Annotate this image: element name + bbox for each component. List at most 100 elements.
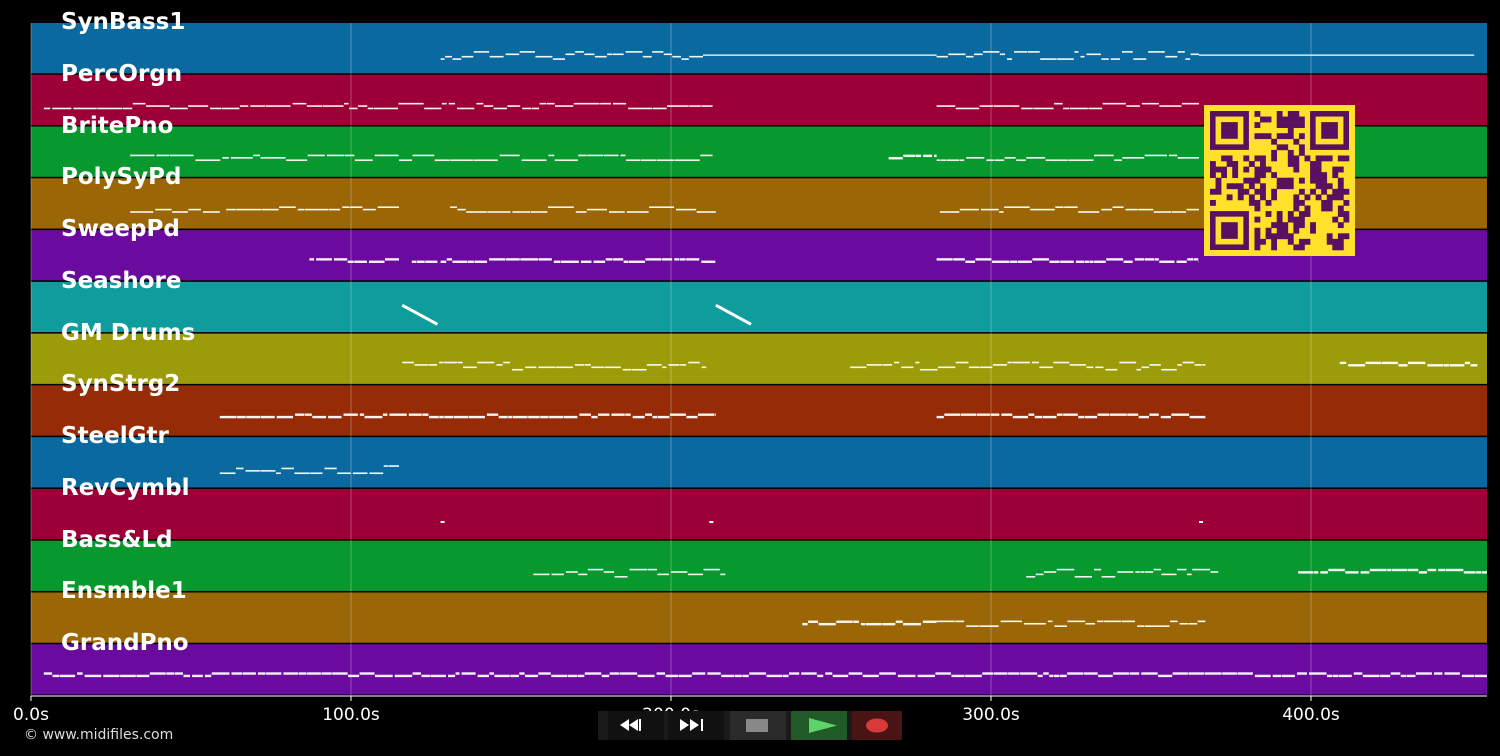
note <box>923 154 933 158</box>
note <box>1069 107 1088 110</box>
note <box>235 467 244 470</box>
note <box>1084 415 1098 419</box>
note <box>1121 51 1133 53</box>
note <box>665 674 679 678</box>
note <box>613 102 627 105</box>
note <box>1153 568 1161 571</box>
note <box>578 154 587 157</box>
note <box>1176 260 1187 263</box>
note <box>1165 55 1178 58</box>
note <box>1121 620 1136 623</box>
note <box>894 361 900 364</box>
track-label: Seashore <box>61 267 182 294</box>
note <box>579 413 591 416</box>
note <box>1109 413 1127 416</box>
note <box>1134 258 1145 261</box>
note <box>439 415 444 419</box>
note <box>917 674 935 678</box>
note <box>468 415 485 419</box>
note <box>1125 208 1138 211</box>
note <box>312 415 327 419</box>
note <box>966 157 985 159</box>
note <box>538 366 556 369</box>
note <box>604 366 621 369</box>
note <box>1308 672 1327 675</box>
note <box>520 258 539 261</box>
note <box>1408 361 1426 365</box>
rewind-button[interactable] <box>608 711 664 740</box>
note <box>457 361 463 364</box>
note <box>174 672 183 675</box>
note <box>503 361 511 364</box>
note <box>584 364 591 366</box>
play-button[interactable] <box>791 711 847 740</box>
track-label: SweepPd <box>61 216 180 243</box>
note <box>1119 361 1137 364</box>
note <box>1008 672 1020 675</box>
note <box>412 672 421 675</box>
note <box>506 258 520 261</box>
note <box>1069 364 1086 366</box>
note <box>936 415 944 419</box>
note <box>530 211 548 213</box>
note <box>122 107 133 110</box>
note <box>230 157 253 159</box>
note <box>1438 568 1446 572</box>
note <box>979 105 994 107</box>
note <box>622 368 632 371</box>
note <box>281 467 294 470</box>
note <box>1381 361 1398 365</box>
note <box>1004 206 1030 209</box>
stop-button[interactable] <box>730 711 786 740</box>
note <box>919 368 938 371</box>
note <box>680 364 687 366</box>
note <box>1144 571 1154 573</box>
note <box>1053 361 1070 364</box>
note <box>1481 571 1487 574</box>
note <box>328 208 341 211</box>
note <box>519 51 535 53</box>
note <box>1188 622 1198 625</box>
note <box>1113 672 1130 675</box>
note <box>674 258 680 261</box>
fast-forward-button[interactable] <box>668 711 724 740</box>
note <box>698 413 715 416</box>
note <box>678 674 692 678</box>
note <box>935 672 951 675</box>
note-segment <box>440 521 445 524</box>
note <box>188 105 209 107</box>
note <box>250 105 266 107</box>
note <box>999 53 1005 56</box>
note <box>1199 521 1203 524</box>
note <box>1035 573 1044 576</box>
note <box>461 55 474 58</box>
note <box>999 211 1004 213</box>
note <box>948 53 966 56</box>
note <box>295 413 305 416</box>
note <box>973 53 983 56</box>
note <box>1171 211 1187 213</box>
note <box>1171 413 1190 416</box>
note <box>983 51 1000 53</box>
note <box>934 154 937 158</box>
note <box>239 105 249 107</box>
track-label: SynStrg2 <box>61 371 181 398</box>
note <box>349 107 358 110</box>
note <box>1298 571 1314 574</box>
note <box>707 672 721 675</box>
note <box>625 413 631 416</box>
note <box>316 258 332 261</box>
note <box>895 620 903 623</box>
note <box>1101 58 1109 60</box>
note <box>1104 620 1122 623</box>
note <box>1148 51 1165 53</box>
record-button[interactable] <box>852 711 908 740</box>
note <box>344 154 355 157</box>
track-lane <box>31 437 1487 488</box>
note <box>531 107 540 110</box>
note <box>1105 368 1118 371</box>
note <box>647 568 657 571</box>
note <box>377 206 399 209</box>
note <box>1339 361 1347 365</box>
note <box>672 55 681 58</box>
